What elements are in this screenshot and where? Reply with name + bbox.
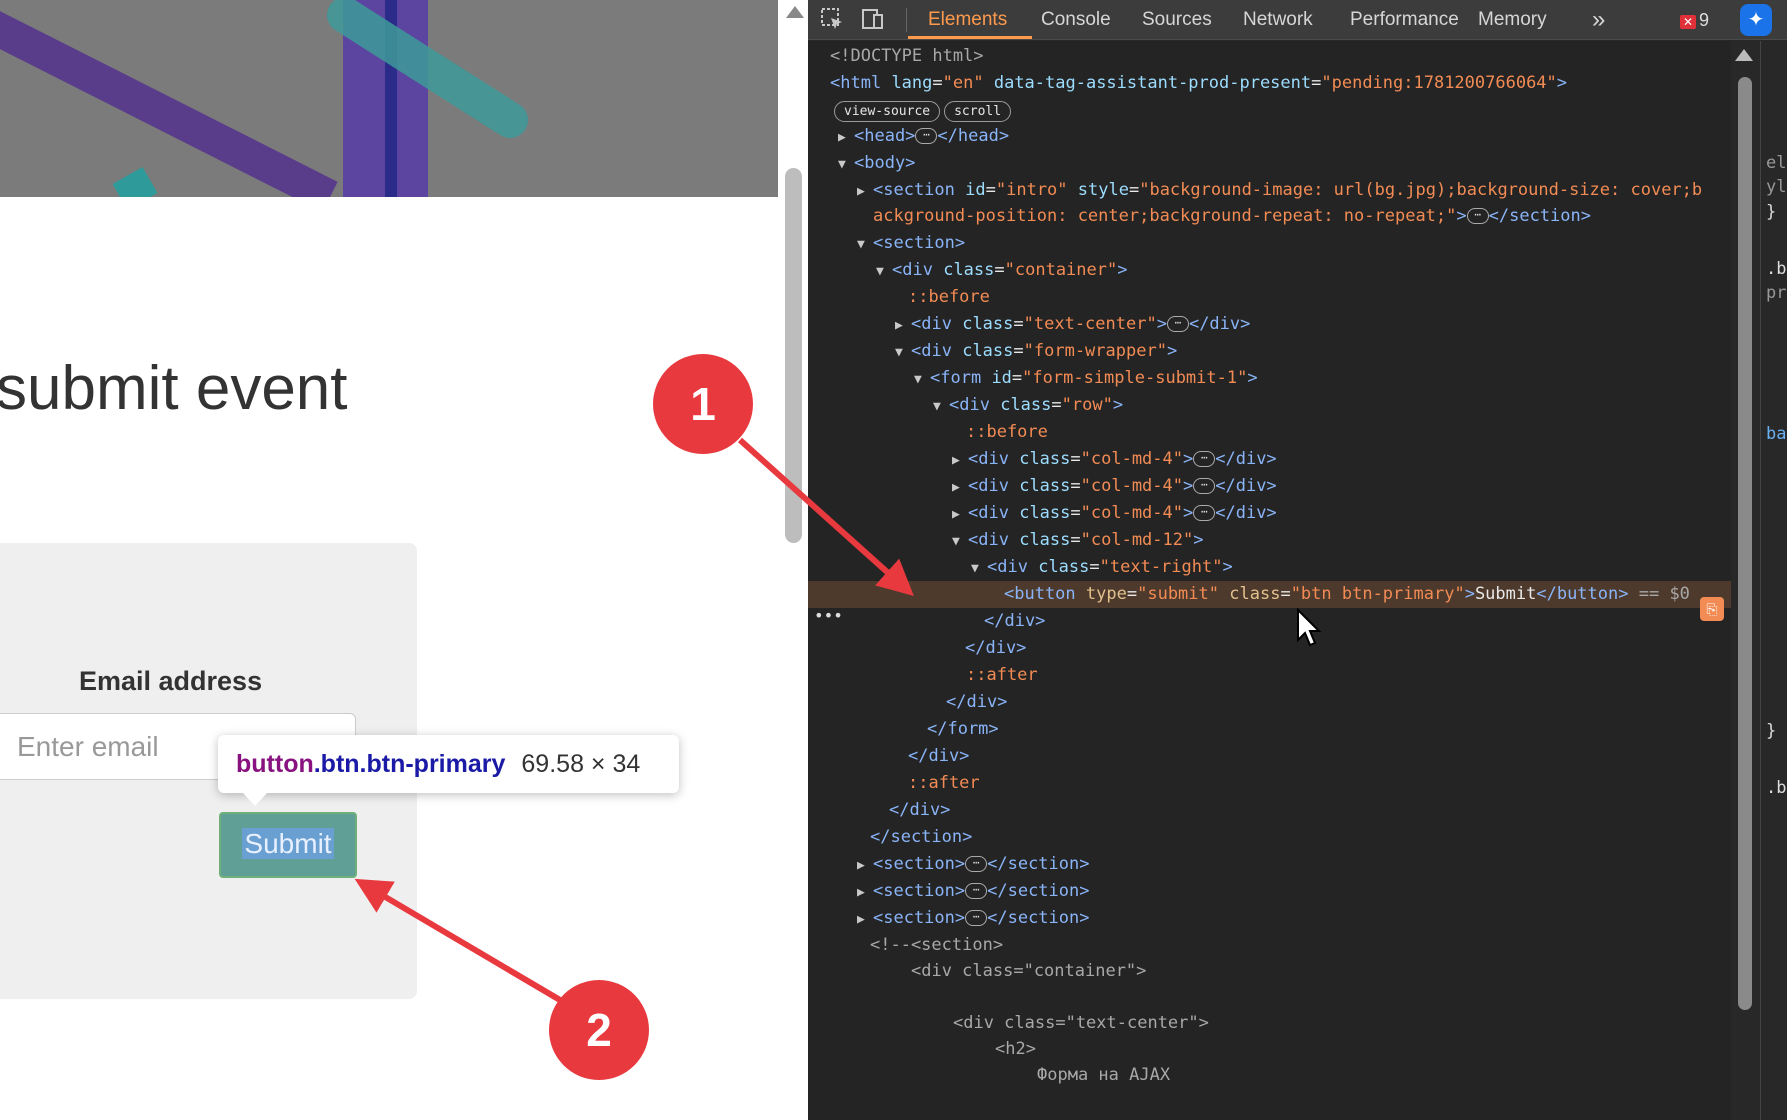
annotation-badge-2: 2 — [549, 980, 649, 1080]
annotation-arrows — [354, 437, 914, 1003]
arrow-1 — [737, 437, 914, 597]
arrow-2 — [354, 878, 562, 1003]
mouse-cursor-icon — [1297, 608, 1322, 647]
annotation-badge-1: 1 — [653, 354, 753, 454]
